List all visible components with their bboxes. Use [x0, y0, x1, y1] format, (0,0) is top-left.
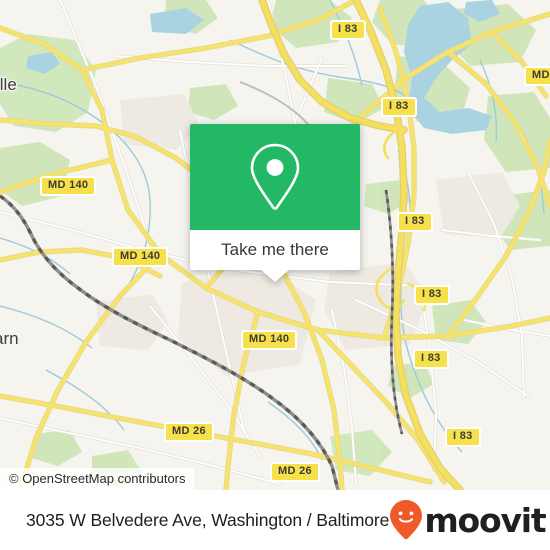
place-label: arn [0, 329, 19, 348]
moovit-map-screenshot: I 83 MD I 83 MD 140 I 83 MD 140 I 83 MD … [0, 0, 550, 550]
popup-cta-panel[interactable]: Take me there [190, 230, 360, 282]
road-shield[interactable]: I 83 [397, 212, 433, 232]
road-shield[interactable]: I 83 [445, 427, 481, 447]
moovit-wordmark: moovit [424, 500, 546, 540]
map-pin-icon [250, 143, 300, 210]
road-shield[interactable]: MD 140 [241, 330, 298, 350]
address-text: 3035 W Belvedere Ave, Washington / Balti… [26, 510, 390, 530]
moovit-pin-smiley-icon [390, 500, 423, 540]
place-label: ille [0, 75, 17, 94]
osm-attribution[interactable]: © OpenStreetMap contributors [0, 468, 194, 490]
road-shield[interactable]: MD 26 [164, 422, 214, 442]
moovit-logo[interactable]: moovit [389, 499, 547, 541]
road-shield[interactable]: I 83 [330, 20, 366, 40]
take-me-there-label: Take me there [221, 240, 329, 259]
road-shield[interactable]: MD 140 [112, 247, 169, 267]
road-shield[interactable]: MD 140 [40, 176, 97, 196]
road-shield[interactable]: I 83 [414, 285, 450, 305]
road-shield[interactable]: MD 26 [270, 462, 320, 482]
road-shield[interactable]: I 83 [413, 349, 449, 369]
map-canvas[interactable]: I 83 MD I 83 MD 140 I 83 MD 140 I 83 MD … [0, 0, 550, 490]
footer-bar: 3035 W Belvedere Ave, Washington / Balti… [0, 490, 550, 550]
popup-pin-panel [190, 124, 360, 230]
road-shield[interactable]: MD [524, 66, 550, 86]
popup-tail [260, 269, 290, 282]
destination-popup-card[interactable]: Take me there [190, 124, 360, 282]
road-shield[interactable]: I 83 [381, 97, 417, 117]
